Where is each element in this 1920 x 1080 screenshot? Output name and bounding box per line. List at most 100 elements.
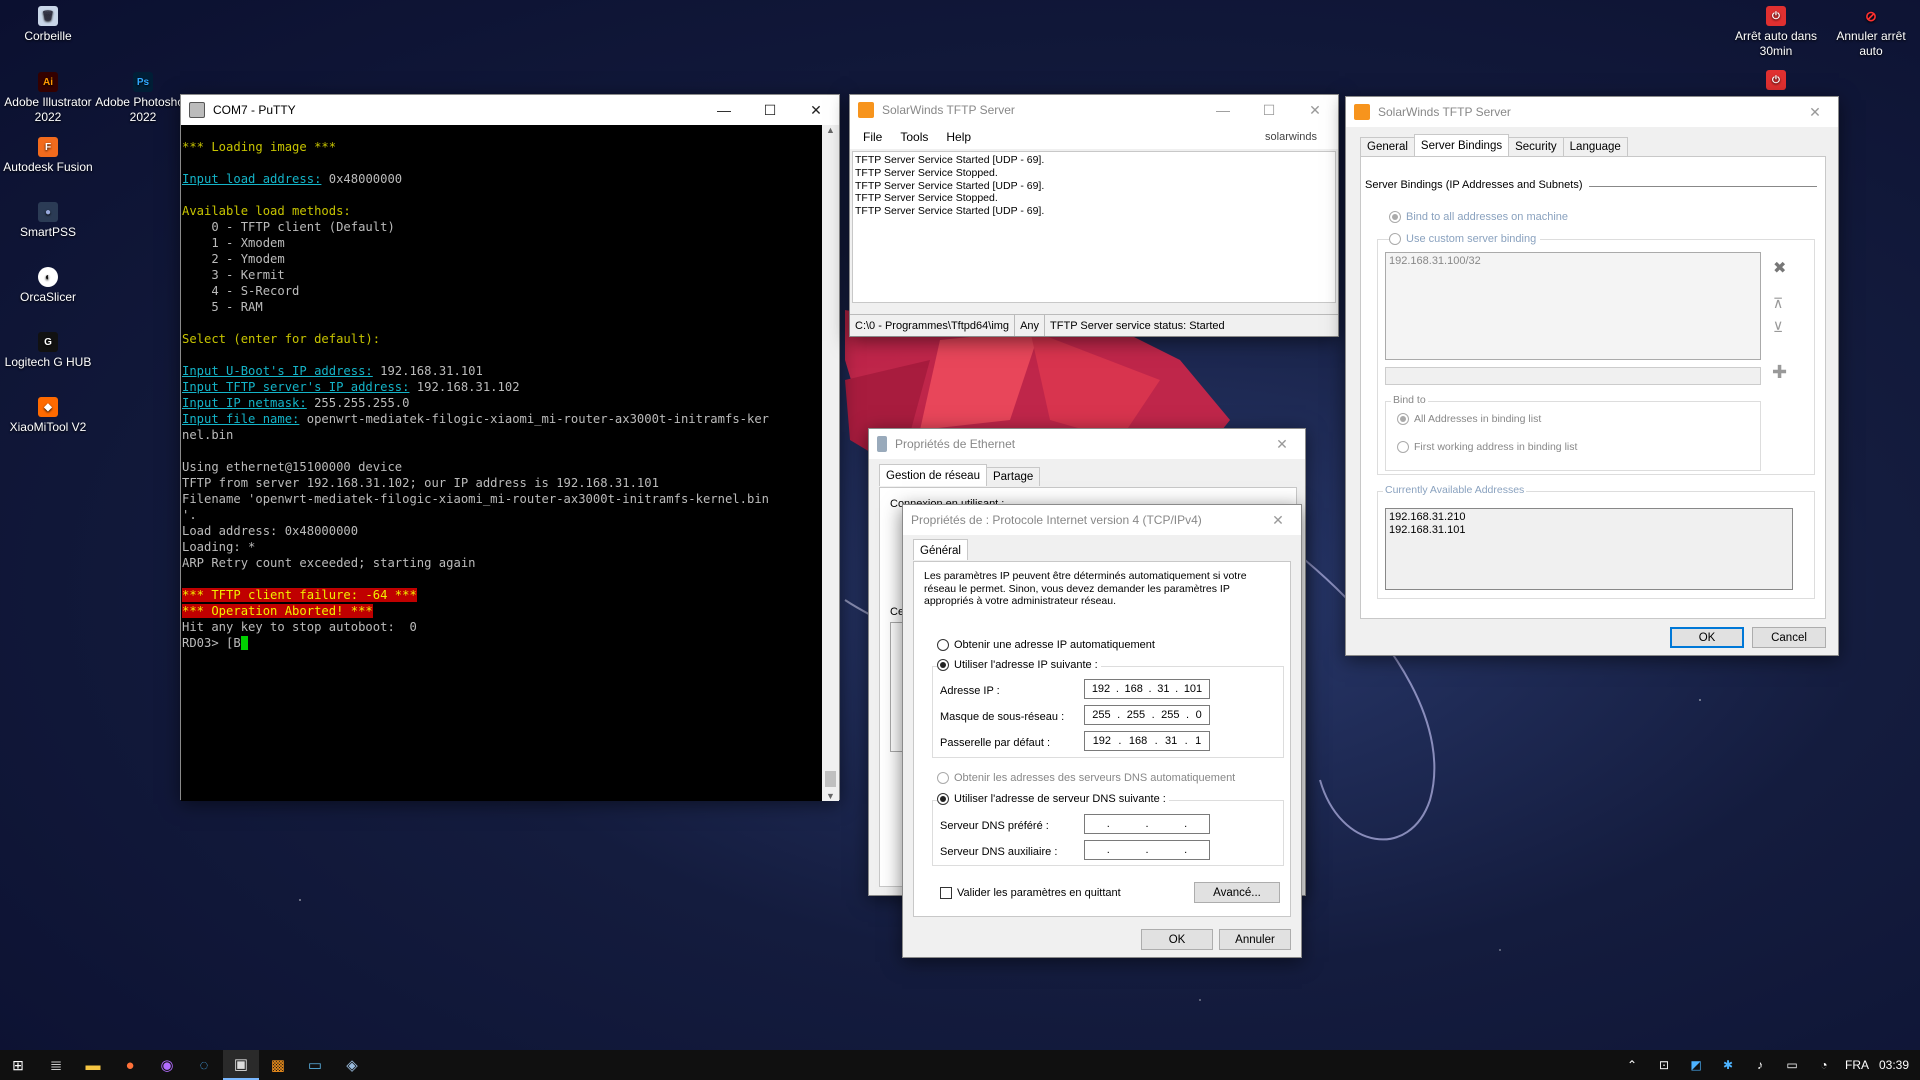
- available-addresses-list[interactable]: 192.168.31.210 192.168.31.101: [1385, 508, 1793, 590]
- desktop-icon-illustrator[interactable]: Ai Adobe Illustrator 2022: [0, 72, 96, 125]
- tab-server-bindings[interactable]: Server Bindings: [1413, 134, 1510, 156]
- radio-first-working[interactable]: First working address in binding list: [1397, 441, 1577, 454]
- radio-custom-binding[interactable]: Use custom server binding: [1389, 233, 1541, 246]
- delete-icon[interactable]: ✖: [1773, 258, 1786, 278]
- clock[interactable]: 03:39: [1874, 1050, 1914, 1080]
- close-button[interactable]: ✕: [1259, 429, 1305, 459]
- radio-auto-ip[interactable]: Obtenir une adresse IP automatiquement: [937, 639, 1155, 652]
- terminal-line: '.: [182, 508, 197, 522]
- terminal-line: *** Loading image ***: [182, 140, 337, 154]
- desktop-icon-logitech[interactable]: G Logitech G HUB: [0, 332, 96, 370]
- taskbar-app-network[interactable]: ▭: [297, 1050, 333, 1080]
- close-button[interactable]: ✕: [1792, 97, 1838, 127]
- desktop-icon-orcaslicer[interactable]: ◐ OrcaSlicer: [0, 267, 96, 305]
- ethernet-titlebar[interactable]: Propriétés de Ethernet ✕: [869, 429, 1305, 459]
- tab-network[interactable]: Gestion de réseau: [879, 464, 987, 486]
- radio-bind-all[interactable]: Bind to all addresses on machine: [1389, 211, 1568, 224]
- ipv4-titlebar[interactable]: Propriétés de : Protocole Internet versi…: [903, 505, 1301, 535]
- checkbox-label: Valider les paramètres en quittant: [957, 887, 1121, 899]
- add-icon[interactable]: ✚: [1772, 362, 1787, 383]
- window-title: Propriétés de : Protocole Internet versi…: [911, 513, 1202, 527]
- battery-icon[interactable]: ▭: [1780, 1050, 1804, 1080]
- radio-all-addresses[interactable]: All Addresses in binding list: [1397, 413, 1541, 426]
- menu-bar: File Tools Help solarwinds: [850, 125, 1338, 149]
- taskbar-app-misc[interactable]: ◈: [334, 1050, 370, 1080]
- volume-icon[interactable]: ♪: [1748, 1050, 1772, 1080]
- tftp-titlebar[interactable]: SolarWinds TFTP Server — ☐ ✕: [850, 95, 1338, 125]
- minimize-button[interactable]: —: [1200, 95, 1246, 125]
- scroll-thumb[interactable]: [825, 771, 836, 787]
- move-down-icon[interactable]: ⊻: [1773, 319, 1783, 336]
- tab-security[interactable]: Security: [1508, 137, 1564, 156]
- cancel-button[interactable]: Annuler: [1219, 929, 1291, 950]
- taskbar-app-storage[interactable]: ≣: [38, 1050, 74, 1080]
- desktop-icon-fusion[interactable]: F Autodesk Fusion: [0, 137, 96, 175]
- radio-label: Obtenir une adresse IP automatiquement: [954, 639, 1155, 651]
- tab-language[interactable]: Language: [1562, 137, 1628, 156]
- tab-general[interactable]: Général: [913, 539, 968, 560]
- menu-file[interactable]: File: [854, 130, 891, 144]
- taskbar-app-firefox[interactable]: ●: [112, 1050, 148, 1080]
- ok-button[interactable]: OK: [1670, 627, 1744, 648]
- tray-overflow-icon[interactable]: ⌃: [1620, 1050, 1644, 1080]
- desktop-icon-cancel-shutdown[interactable]: ⊘ Annuler arrêt auto: [1823, 6, 1919, 59]
- close-button[interactable]: ✕: [1255, 505, 1301, 535]
- tftp-settings-titlebar[interactable]: SolarWinds TFTP Server ✕: [1346, 97, 1838, 127]
- ok-button[interactable]: OK: [1141, 929, 1213, 950]
- taskbar-app-solarwinds[interactable]: ▩: [260, 1050, 296, 1080]
- close-button[interactable]: ✕: [793, 95, 839, 125]
- address-item[interactable]: 192.168.31.101: [1389, 524, 1789, 537]
- binding-list[interactable]: 192.168.31.100/32: [1385, 252, 1761, 360]
- desktop-icon-recycle-bin[interactable]: 🗑 Corbeille: [0, 6, 96, 44]
- log-output[interactable]: TFTP Server Service Started [UDP - 69]. …: [852, 151, 1336, 303]
- radio-icon: [937, 793, 949, 806]
- terminal-scrollbar[interactable]: ▲ ▼: [822, 125, 839, 801]
- desktop-icon-xiaomitool[interactable]: ◆ XiaoMiTool V2: [0, 397, 96, 435]
- putty-titlebar[interactable]: COM7 - PuTTY — ☐ ✕: [181, 95, 839, 125]
- tray-app-icon[interactable]: ◩: [1684, 1050, 1708, 1080]
- maximize-button[interactable]: ☐: [747, 95, 793, 125]
- move-up-icon[interactable]: ⊼: [1773, 295, 1783, 312]
- desktop-icon-label: XiaoMiTool V2: [9, 420, 87, 434]
- desktop-icon-smartpss[interactable]: ● SmartPSS: [0, 202, 96, 240]
- address-item[interactable]: 192.168.31.210: [1389, 511, 1789, 524]
- taskbar-app-orca[interactable]: ◌: [186, 1050, 222, 1080]
- tab-general[interactable]: General: [1360, 137, 1415, 156]
- network-icon[interactable]: ◔: [1812, 1050, 1836, 1080]
- validate-checkbox[interactable]: Valider les paramètres en quittant: [940, 887, 1121, 900]
- taskbar-app-explorer[interactable]: ▬: [75, 1050, 111, 1080]
- language-indicator[interactable]: FRA: [1842, 1050, 1872, 1080]
- taskbar-app-putty[interactable]: ▣: [223, 1050, 259, 1080]
- menu-tools[interactable]: Tools: [891, 130, 937, 144]
- minimize-button[interactable]: —: [701, 95, 747, 125]
- ip-address-field[interactable]: 192. 168. 31. 101: [1084, 679, 1210, 699]
- taskbar-app-discord[interactable]: ◉: [149, 1050, 185, 1080]
- intro-text: Les paramètres IP peuvent être déterminé…: [924, 570, 1247, 607]
- tab-sharing[interactable]: Partage: [985, 467, 1041, 486]
- radio-manual-ip[interactable]: Utiliser l'adresse IP suivante :: [937, 659, 1101, 672]
- terminal-output[interactable]: *** Loading image *** Input load address…: [181, 125, 824, 801]
- scroll-up-arrow-icon[interactable]: ▲: [822, 125, 839, 135]
- radio-manual-dns[interactable]: Utiliser l'adresse de serveur DNS suivan…: [937, 793, 1169, 806]
- binding-list-item[interactable]: 192.168.31.100/32: [1389, 255, 1757, 267]
- tray-bluetooth-icon[interactable]: ✱: [1716, 1050, 1740, 1080]
- desktop-icon-partial[interactable]: ⏻: [1728, 70, 1824, 96]
- close-button[interactable]: ✕: [1292, 95, 1338, 125]
- subnet-mask-field[interactable]: 255. 255. 255. 0: [1084, 705, 1210, 725]
- tray-security-icon[interactable]: ⊡: [1652, 1050, 1676, 1080]
- binding-entry-input[interactable]: [1385, 367, 1761, 385]
- advanced-button[interactable]: Avancé...: [1194, 882, 1280, 903]
- dns-preferred-field[interactable]: ...: [1084, 814, 1210, 834]
- power-icon: ⏻: [1766, 6, 1786, 26]
- radio-auto-dns[interactable]: Obtenir les adresses des serveurs DNS au…: [937, 772, 1235, 785]
- scroll-down-arrow-icon[interactable]: ▼: [822, 791, 839, 801]
- menu-help[interactable]: Help: [937, 130, 980, 144]
- cancel-button[interactable]: Cancel: [1752, 627, 1826, 648]
- desktop-icon-photoshop[interactable]: Ps Adobe Photoshop 2022: [95, 72, 191, 125]
- dns-alternate-field[interactable]: ...: [1084, 840, 1210, 860]
- maximize-button[interactable]: ☐: [1246, 95, 1292, 125]
- start-button[interactable]: ⊞: [0, 1050, 36, 1080]
- gateway-field[interactable]: 192. 168. 31. 1: [1084, 731, 1210, 751]
- desktop-icon-auto-shutdown[interactable]: ⏻ Arrêt auto dans 30min: [1728, 6, 1824, 59]
- cancel-icon: ⊘: [1865, 7, 1877, 24]
